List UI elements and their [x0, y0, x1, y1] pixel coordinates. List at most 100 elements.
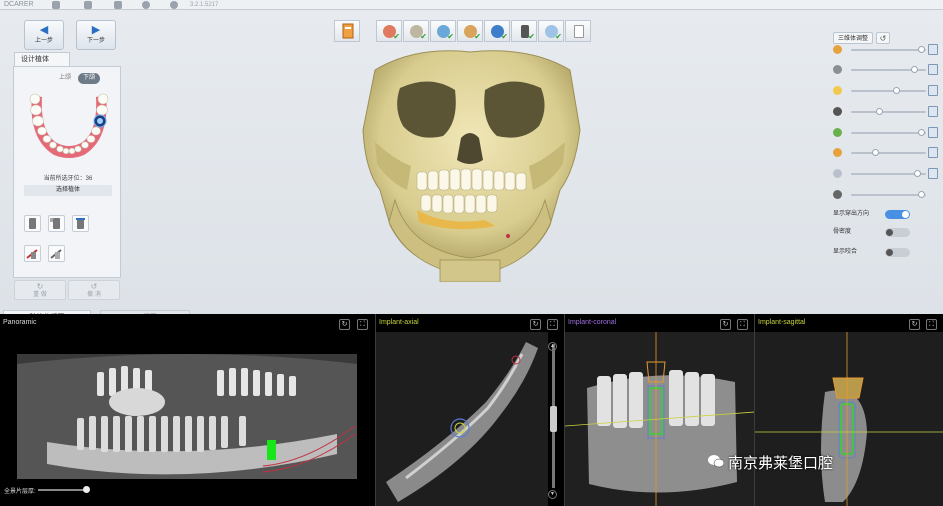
- bone-density-toggle[interactable]: [885, 228, 910, 237]
- report-button[interactable]: [565, 20, 591, 42]
- select-implant-button[interactable]: 选择植体: [24, 185, 112, 196]
- implant-coronal-viewport[interactable]: Implant-coronal ↻ ⛶: [564, 314, 754, 506]
- toggle-knob: [886, 229, 893, 236]
- nerve-button[interactable]: ✔: [430, 20, 456, 42]
- fullscreen-icon[interactable]: ⛶: [547, 319, 558, 330]
- undo-step-button[interactable]: ↺ 撤 消: [68, 280, 120, 300]
- fullscreen-icon[interactable]: ⛶: [737, 319, 748, 330]
- opacity-slider-track[interactable]: [851, 90, 926, 92]
- redo-icon: ↻: [36, 282, 44, 291]
- check-icon: ✔: [501, 32, 508, 41]
- rotate-icon[interactable]: ↻: [339, 319, 350, 330]
- settings-icon[interactable]: [142, 1, 150, 9]
- watermark-text: 南京弗莱堡口腔: [728, 454, 834, 472]
- opacity-slider-track[interactable]: [851, 194, 926, 196]
- implant-axial-viewport[interactable]: Implant-axial ↻ ⛶ ▲ ▼: [375, 314, 564, 506]
- scroll-down-icon[interactable]: ▼: [548, 490, 557, 499]
- toggle-row-bone-density: 骨密度: [833, 226, 913, 238]
- axial-slice-image: [376, 332, 548, 506]
- app-window: DCARER 3.2.1.5217 ◀ 上一步 ▶ 下一步 设计植体 上颌 下颌: [0, 0, 943, 506]
- wechat-icon: [708, 455, 724, 468]
- slider-row-8: [833, 188, 938, 202]
- upper-jaw-button[interactable]: 上颌: [54, 73, 76, 84]
- next-step-button[interactable]: ▶ 下一步: [76, 20, 116, 50]
- slider-row-1: [833, 43, 938, 57]
- redo-button[interactable]: ↻ 重 做: [14, 280, 66, 300]
- patient-button[interactable]: ✔: [376, 20, 402, 42]
- skin-icon: [833, 45, 842, 54]
- implant-tool-3[interactable]: [72, 215, 89, 232]
- opacity-slider-knob[interactable]: [917, 46, 925, 53]
- left-arrow-icon: ◀: [39, 24, 49, 36]
- thickness-slider-knob[interactable]: [83, 486, 90, 493]
- check-icon: ✔: [474, 32, 481, 41]
- skull-button[interactable]: ✔: [403, 20, 429, 42]
- soft-tissue-icon: [833, 65, 842, 74]
- slider-row-3: [833, 84, 938, 98]
- direction-toggle[interactable]: [885, 210, 910, 219]
- rotate-icon[interactable]: ↻: [530, 319, 541, 330]
- eye-button[interactable]: ✔: [484, 20, 510, 42]
- toggle-knob: [902, 211, 909, 218]
- opacity-slider-knob[interactable]: [917, 191, 925, 198]
- thickness-slider-track[interactable]: [38, 489, 88, 491]
- implant-sagittal-viewport[interactable]: Implant-sagittal ↻ ⛶: [754, 314, 943, 506]
- panoramic-image: [17, 354, 357, 479]
- axial-scroll-thumb[interactable]: [550, 406, 557, 432]
- undo-label: 撤 消: [87, 292, 101, 298]
- opacity-slider-track[interactable]: [851, 152, 926, 154]
- lower-jaw-button[interactable]: 下颌: [78, 73, 101, 84]
- app-version: 3.2.1.5217: [190, 2, 219, 8]
- opacity-slider-knob[interactable]: [914, 170, 921, 177]
- crown-button[interactable]: ✔: [538, 20, 564, 42]
- opacity-slider-knob[interactable]: [917, 129, 925, 136]
- opacity-slider-knob[interactable]: [872, 149, 879, 156]
- panoramic-viewport[interactable]: Panoramic ↻ ⛶ 全景片层厚:: [0, 314, 375, 506]
- implant-coronal-title: Implant-coronal: [568, 319, 617, 326]
- implant-angle-tool[interactable]: [24, 245, 41, 262]
- opacity-slider-track[interactable]: [851, 49, 926, 51]
- crown-icon: [833, 169, 842, 178]
- dental-arch-diagram[interactable]: [26, 89, 112, 161]
- rotate-icon[interactable]: ↻: [720, 319, 731, 330]
- direction-toggle-label: 显示穿出方向: [833, 211, 870, 217]
- visibility-toggle-icon[interactable]: [928, 106, 938, 117]
- open-file-button[interactable]: [334, 20, 360, 42]
- arch-button[interactable]: ✔: [457, 20, 483, 42]
- opacity-slider-knob[interactable]: [875, 108, 883, 115]
- opacity-slider-track[interactable]: [851, 132, 926, 134]
- visibility-toggle-icon[interactable]: [928, 127, 938, 138]
- implant-tool-1[interactable]: [24, 215, 41, 232]
- opacity-slider-knob[interactable]: [893, 87, 900, 94]
- slider-row-2: [833, 63, 938, 77]
- check-icon: ✔: [447, 32, 454, 41]
- design-implant-tab[interactable]: 设计植体: [14, 52, 70, 66]
- visibility-toggle-icon[interactable]: [928, 147, 938, 158]
- opacity-slider-track[interactable]: [851, 111, 926, 113]
- rotate-icon[interactable]: ↻: [909, 319, 920, 330]
- opacity-slider-knob[interactable]: [910, 66, 918, 73]
- implant-tool-2[interactable]: [48, 215, 65, 232]
- skull-3d-render[interactable]: [355, 50, 585, 282]
- help-icon[interactable]: [170, 1, 178, 9]
- document-icon[interactable]: [114, 1, 122, 9]
- occlusion-toggle[interactable]: [885, 248, 910, 257]
- implant-parallel-tool[interactable]: [48, 245, 65, 262]
- visibility-toggle-icon[interactable]: [928, 168, 938, 179]
- fullscreen-icon[interactable]: ⛶: [357, 319, 368, 330]
- export-icon[interactable]: [84, 1, 92, 9]
- visibility-toggle-icon[interactable]: [928, 64, 938, 75]
- prev-step-button[interactable]: ◀ 上一步: [24, 20, 64, 50]
- bone-icon: [833, 86, 842, 95]
- visibility-toggle-icon[interactable]: [928, 44, 938, 55]
- implant-button[interactable]: ✔: [511, 20, 537, 42]
- save-icon[interactable]: [52, 1, 60, 9]
- implant-axial-title: Implant-axial: [379, 319, 419, 326]
- scroll-up-icon[interactable]: ▲: [548, 342, 557, 351]
- visibility-toggle-icon[interactable]: [928, 85, 938, 96]
- design-implant-panel: 上颌 下颌 当前所选牙位：36 选择植体: [13, 66, 121, 278]
- undo-icon: ↺: [90, 282, 98, 291]
- fullscreen-icon[interactable]: ⛶: [926, 319, 937, 330]
- slider-row-7: [833, 167, 938, 181]
- teeth-icon: [833, 128, 842, 137]
